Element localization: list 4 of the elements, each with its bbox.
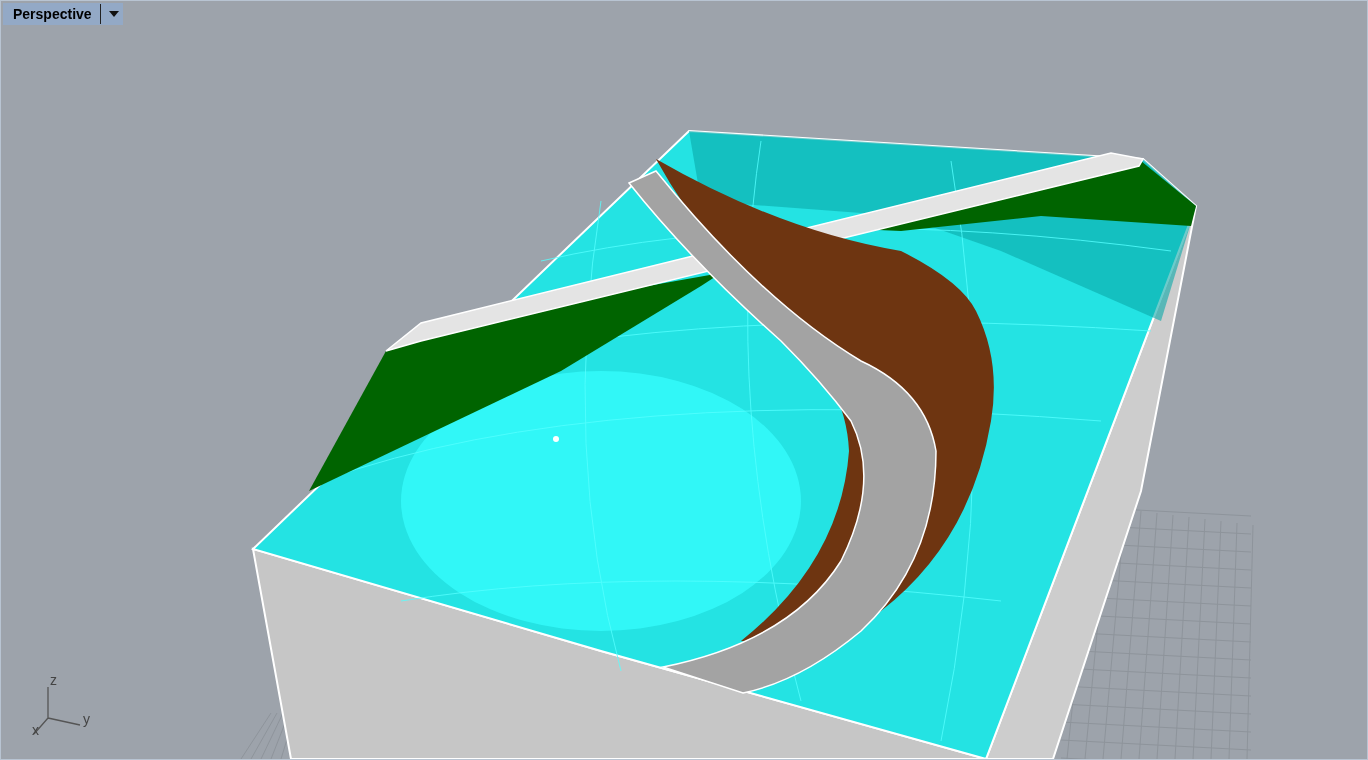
axis-label: z bbox=[50, 672, 57, 688]
axis-label: y bbox=[83, 711, 90, 727]
viewport-tab[interactable]: Perspective bbox=[3, 3, 123, 25]
dropdown-caret-icon bbox=[108, 11, 119, 17]
